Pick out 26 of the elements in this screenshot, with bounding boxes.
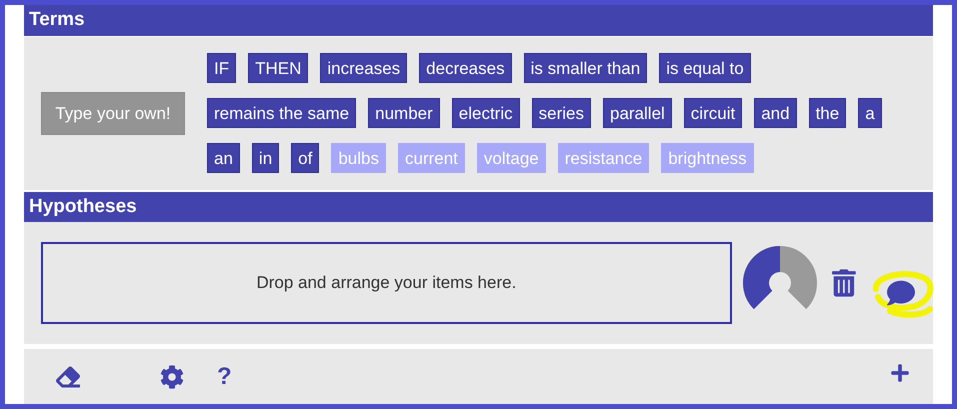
eraser-icon[interactable] [54,364,82,389]
add-icon[interactable] [890,362,910,383]
drop-zone[interactable]: Drop and arrange your items here. [41,242,732,324]
term-chip[interactable]: number [368,98,440,128]
term-chip[interactable]: is equal to [659,53,751,84]
term-chip[interactable]: remains the same [207,98,356,128]
settings-icon[interactable] [160,364,184,389]
term-chip[interactable]: a [858,98,882,128]
term-chip[interactable]: and [754,98,797,128]
term-chip[interactable]: is smaller than [524,53,648,84]
term-chip[interactable]: electric [452,98,520,128]
term-chip[interactable]: increases [320,53,408,84]
term-chip[interactable]: circuit [684,98,742,128]
section-header: Terms [24,5,933,36]
term-chip[interactable]: IF [207,53,236,84]
term-chip[interactable]: an [207,143,240,174]
section-header: Hypotheses [24,192,933,222]
term-chip[interactable]: THEN [248,53,308,84]
term-chip[interactable]: series [532,98,591,128]
term-chip[interactable]: parallel [602,98,672,128]
trash-icon[interactable] [832,268,856,298]
term-chip[interactable]: of [291,143,320,174]
term-chip[interactable]: decreases [419,53,512,84]
term-chip[interactable]: in [252,143,280,174]
help-button[interactable]: ? [217,358,232,395]
term-chip[interactable]: the [808,98,846,128]
